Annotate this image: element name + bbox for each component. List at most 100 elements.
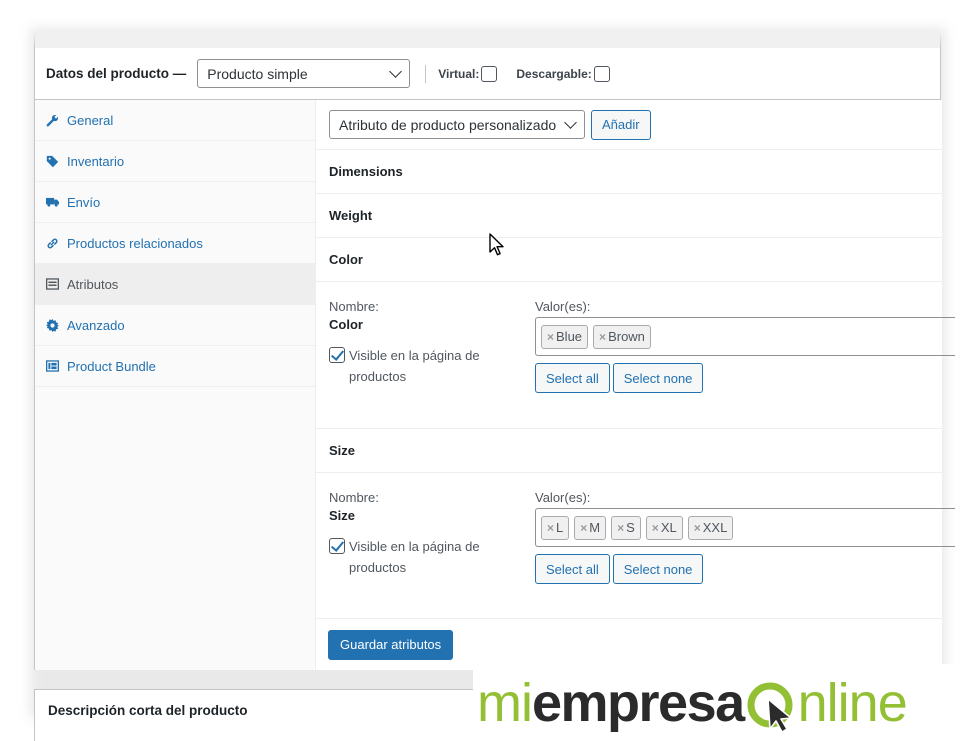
mouse-cursor-icon — [489, 233, 504, 256]
wrench-icon — [46, 114, 59, 127]
downloadable-checkbox-label[interactable]: Descargable: — [516, 65, 610, 82]
product-data-tabs: General Inventario Envío Productos relac… — [35, 100, 316, 670]
value-chip[interactable]: × S — [611, 515, 641, 540]
gear-icon — [46, 318, 59, 332]
visible-checkbox[interactable] — [329, 538, 345, 554]
tab-label: General — [67, 112, 114, 128]
short-description-title: Descripción corta del producto — [48, 703, 248, 718]
tab-label: Productos relacionados — [67, 235, 203, 251]
name-label: Nombre: — [329, 299, 379, 314]
tab-general[interactable]: General — [35, 100, 315, 141]
tab-product-bundle[interactable]: Product Bundle — [35, 346, 315, 387]
select-all-button[interactable]: Select all — [535, 363, 610, 393]
tab-label: Inventario — [67, 153, 125, 169]
virtual-checkbox-label[interactable]: Virtual: — [438, 65, 498, 82]
downloadable-label: Descargable: — [516, 66, 592, 81]
attribute-header-color[interactable]: Color — [316, 238, 942, 282]
screenshot-stage: Datos del producto — Producto simple Vir… — [0, 0, 973, 741]
remove-icon[interactable]: × — [694, 521, 701, 535]
add-attribute-button[interactable]: Añadir — [591, 109, 651, 140]
attribute-header-dimensions[interactable]: Dimensions — [316, 150, 942, 194]
product-data-panel: Datos del producto — Producto simple Vir… — [34, 33, 955, 670]
value-chip[interactable]: × Brown — [593, 324, 651, 349]
values-buttons: Select all Select none — [535, 554, 955, 584]
miempresaonline-logo: mi empresa nline — [473, 664, 973, 741]
value-chip[interactable]: × Blue — [541, 324, 589, 349]
remove-icon[interactable]: × — [580, 521, 587, 535]
attribute-type-value: Atributo de producto personalizado — [339, 116, 557, 133]
remove-icon[interactable]: × — [617, 521, 624, 535]
tab-attributes[interactable]: Atributos — [35, 264, 315, 305]
product-type-value: Producto simple — [207, 65, 308, 82]
values-label: Valor(es): — [535, 490, 591, 505]
attribute-name: Color — [329, 252, 363, 267]
remove-icon[interactable]: × — [547, 521, 554, 535]
attribute-name-value: Size — [329, 508, 356, 523]
link-icon — [46, 237, 59, 250]
tab-advanced[interactable]: Avanzado — [35, 305, 315, 346]
chip-label: L — [556, 520, 564, 535]
tab-linked-products[interactable]: Productos relacionados — [35, 223, 315, 264]
tab-shipping[interactable]: Envío — [35, 182, 315, 223]
attribute-name: Weight — [329, 208, 373, 223]
attribute-body-size: Nombre: Size Visible en la página de pro… — [316, 473, 955, 619]
select-all-button[interactable]: Select all — [535, 554, 610, 584]
attribute-header-size[interactable]: Size — [316, 429, 942, 473]
visible-label: Visible en la página de productos — [349, 348, 480, 384]
attribute-name-column: Nombre: Size Visible en la página de pro… — [329, 490, 519, 578]
attribute-body-color: Nombre: Color Visible en la página de pr… — [316, 282, 955, 429]
values-select-box[interactable]: × Blue × Brown — [535, 317, 955, 356]
select-none-button[interactable]: Select none — [612, 554, 704, 584]
chevron-down-icon — [564, 115, 577, 129]
attribute-header-weight[interactable]: Weight — [316, 194, 942, 238]
logo-part-nline: nline — [797, 672, 908, 733]
attributes-toolbar: Atributo de producto personalizado Añadi… — [316, 100, 942, 150]
tab-inventory[interactable]: Inventario — [35, 141, 315, 182]
product-type-select[interactable]: Producto simple — [197, 59, 411, 88]
product-data-header: Datos del producto — Producto simple Vir… — [35, 48, 940, 100]
tab-label: Product Bundle — [67, 358, 156, 374]
value-chip[interactable]: × M — [574, 515, 607, 540]
attribute-values-column: Valor(es): × L × M × S × XL × XXL Select all … — [535, 490, 955, 584]
chip-label: Blue — [556, 329, 583, 344]
visible-checkbox-row[interactable]: Visible en la página de productos — [329, 345, 519, 387]
visible-checkbox-row[interactable]: Visible en la página de productos — [329, 536, 519, 578]
attribute-name: Size — [329, 443, 356, 458]
tag-icon — [46, 155, 59, 168]
values-buttons: Select all Select none — [535, 363, 955, 393]
remove-icon[interactable]: × — [547, 330, 554, 344]
attribute-name-column: Nombre: Color Visible en la página de pr… — [329, 299, 519, 387]
list-icon — [46, 278, 59, 291]
chip-label: S — [626, 520, 635, 535]
virtual-checkbox[interactable] — [481, 65, 498, 82]
save-attributes-button[interactable]: Guardar atributos — [328, 629, 454, 660]
chip-label: XL — [660, 520, 677, 535]
truck-icon — [46, 196, 59, 209]
attribute-type-select[interactable]: Atributo de producto personalizado — [329, 110, 585, 139]
chip-label: Brown — [608, 329, 645, 344]
value-chip[interactable]: × L — [541, 515, 570, 540]
virtual-label: Virtual: — [438, 66, 480, 81]
product-data-title: Datos del producto — — [46, 66, 187, 81]
tab-label: Atributos — [67, 276, 119, 292]
value-chip[interactable]: × XXL — [687, 515, 734, 540]
downloadable-checkbox[interactable] — [593, 65, 610, 82]
logo-o-cursor-icon — [747, 682, 793, 733]
select-none-button[interactable]: Select none — [612, 363, 704, 393]
visible-checkbox[interactable] — [329, 347, 345, 363]
tab-label: Envío — [67, 194, 101, 210]
values-label: Valor(es): — [535, 299, 591, 314]
tab-label: Avanzado — [67, 317, 125, 333]
values-select-box[interactable]: × L × M × S × XL × XXL — [535, 508, 955, 547]
header-separator — [425, 64, 427, 83]
remove-icon[interactable]: × — [599, 330, 606, 344]
visible-label: Visible en la página de productos — [349, 539, 480, 575]
save-attributes-row: Guardar atributos — [316, 618, 942, 670]
attribute-name: Dimensions — [329, 164, 403, 179]
chip-label: M — [589, 520, 601, 535]
remove-icon[interactable]: × — [652, 521, 659, 535]
attribute-name-value: Color — [329, 317, 363, 332]
bundle-icon — [46, 360, 59, 373]
value-chip[interactable]: × XL — [645, 515, 683, 540]
attributes-panel: Atributo de producto personalizado Añadi… — [316, 100, 955, 670]
